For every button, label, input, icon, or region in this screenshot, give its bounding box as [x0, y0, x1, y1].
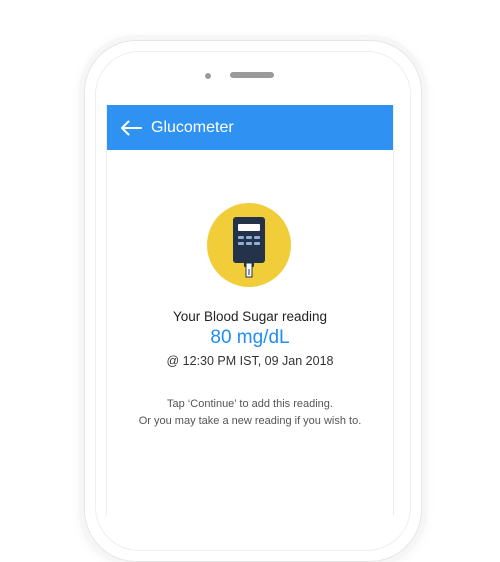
glucometer-icon	[233, 217, 265, 278]
front-camera	[205, 73, 211, 79]
earpiece-speaker	[230, 72, 274, 78]
arrow-left-icon	[121, 120, 142, 135]
instruction-line-2: Or you may take a new reading if you wis…	[138, 415, 362, 427]
app-bar: Glucometer	[107, 105, 393, 150]
app-screen: Glucometer Your Blood Sugar reading 80 m…	[106, 105, 394, 515]
reading-timestamp: @ 12:30 PM IST, 09 Jan 2018	[166, 354, 334, 368]
instruction-text: Tap ‘Continue’ to add this reading. Or y…	[107, 396, 393, 430]
back-button[interactable]	[111, 105, 151, 150]
app-title: Glucometer	[151, 118, 234, 136]
reading-value: 80 mg/dL	[210, 327, 290, 348]
reading-label: Your Blood Sugar reading	[172, 309, 328, 324]
glucometer-illustration	[207, 203, 291, 287]
instruction-line-1: Tap ‘Continue’ to add this reading.	[167, 398, 333, 410]
